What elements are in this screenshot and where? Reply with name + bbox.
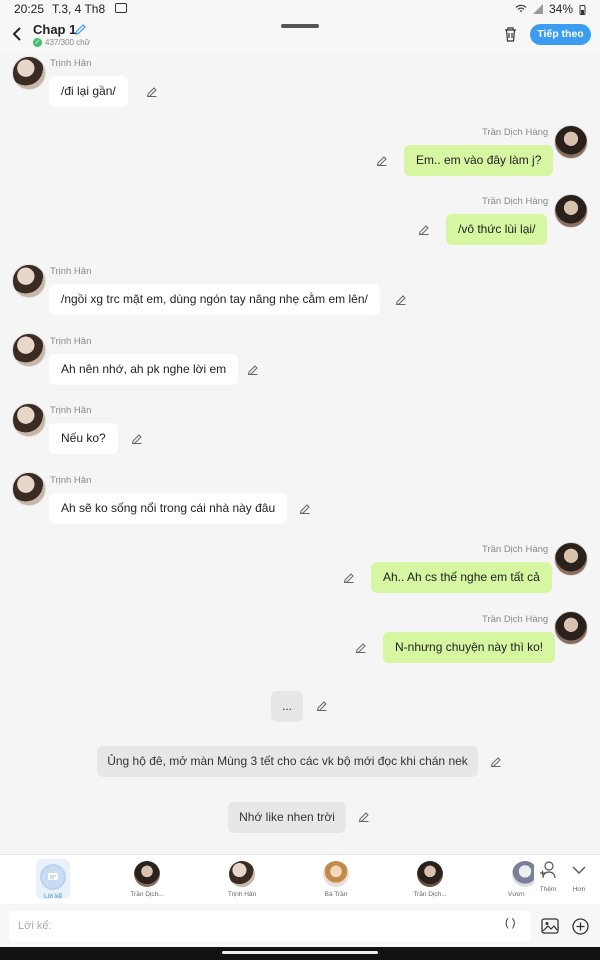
- message-bubble[interactable]: Nếu ko?: [49, 423, 118, 454]
- narration-bubble[interactable]: Ủng hộ đê, mở màn Mùng 3 tết cho các vk …: [97, 746, 478, 777]
- message-bubble[interactable]: /vô thức lùi lại/: [446, 214, 548, 245]
- edit-icon[interactable]: [247, 364, 259, 376]
- avatar[interactable]: [554, 611, 588, 645]
- battery-percent: 34%: [548, 2, 573, 16]
- message-bubble[interactable]: Em.. em vào đây làm j?: [404, 145, 554, 176]
- character-label: Bà Trần: [324, 891, 348, 898]
- character-bar: Lời kể Trần Dịch... Trịnh Hân Bà Trần Tr…: [0, 854, 600, 904]
- edit-icon[interactable]: [376, 155, 388, 167]
- character-label: Trịnh Hân: [227, 891, 257, 898]
- character-label: Trần Dịch...: [130, 891, 164, 898]
- check-icon: ✓: [33, 38, 42, 47]
- character-label: Lời kể: [44, 893, 62, 900]
- message-bubble[interactable]: Ah.. Ah cs thế nghe em tất cả: [371, 562, 552, 593]
- back-arrow-icon[interactable]: [8, 24, 26, 44]
- avatar[interactable]: [12, 333, 46, 367]
- edit-icon[interactable]: [358, 811, 370, 823]
- drag-handle[interactable]: [281, 24, 319, 28]
- avatar[interactable]: [12, 472, 46, 506]
- avatar[interactable]: [12, 264, 46, 298]
- edit-icon[interactable]: [146, 86, 158, 98]
- message-bubble[interactable]: /đi lại gần/: [49, 76, 128, 107]
- chat-area: Trịnh Hân /đi lại gần/ Trần Dịch Hàng Em…: [0, 52, 600, 854]
- sender-name: Trịnh Hân: [50, 405, 92, 416]
- input-bar: Lời kể: ( ): [0, 905, 600, 947]
- character-item[interactable]: Trần Dịch...: [400, 859, 460, 898]
- character-item[interactable]: Bà Trần: [306, 859, 366, 898]
- avatar: [229, 861, 255, 887]
- sender-name: Trần Dịch Hàng: [482, 614, 549, 625]
- avatar[interactable]: [12, 56, 46, 90]
- character-narrator[interactable]: Lời kể: [23, 859, 83, 900]
- status-time: 20:25: [14, 2, 45, 16]
- avatar: [417, 861, 443, 887]
- edit-icon[interactable]: [299, 503, 311, 515]
- character-item[interactable]: Trịnh Hân: [212, 859, 272, 898]
- edit-icon[interactable]: [316, 700, 328, 712]
- narration-input[interactable]: Lời kể:: [9, 911, 531, 941]
- chapter-title: Chap 1: [33, 22, 77, 37]
- collapse-button[interactable]: Hơn: [559, 859, 599, 893]
- collapse-label: Hơn: [572, 886, 586, 893]
- message-bubble[interactable]: Ah sẽ ko sống nổi trong cái nhà này đâu: [49, 493, 288, 524]
- avatar[interactable]: [554, 125, 588, 159]
- narration-bubble[interactable]: Nhớ like nhen trời: [228, 802, 346, 833]
- edit-icon[interactable]: [355, 642, 367, 654]
- edit-icon[interactable]: [131, 433, 143, 445]
- chat-bubble-icon: [40, 864, 66, 890]
- edit-icon[interactable]: [395, 294, 407, 306]
- avatar[interactable]: [554, 542, 588, 576]
- avatar: [323, 861, 349, 887]
- edit-icon[interactable]: [418, 224, 430, 236]
- edit-icon[interactable]: [343, 572, 355, 584]
- sender-name: Trần Dịch Hàng: [482, 196, 549, 207]
- status-bar: 20:25 T.3, 4 Th8 34%: [0, 0, 600, 18]
- chevron-down-icon: [572, 866, 586, 874]
- avatar[interactable]: [12, 403, 46, 437]
- message-bubble[interactable]: Ah nên nhớ, ah pk nghe lời em: [49, 354, 239, 385]
- image-icon[interactable]: [541, 918, 559, 934]
- avatar[interactable]: [554, 194, 588, 228]
- sender-name: Trịnh Hân: [50, 58, 92, 69]
- word-count: ✓ 437/300 chữ: [33, 38, 90, 47]
- signal-icon: [532, 4, 543, 14]
- parentheses-button[interactable]: ( ): [505, 917, 515, 929]
- trash-icon[interactable]: [503, 26, 518, 42]
- avatar: [134, 861, 160, 887]
- add-person-icon: [540, 861, 556, 879]
- edit-icon[interactable]: [490, 756, 502, 768]
- edit-title-icon[interactable]: [74, 23, 87, 36]
- sender-name: Trịnh Hân: [50, 266, 92, 277]
- home-indicator[interactable]: [222, 951, 378, 954]
- battery-icon: [579, 4, 586, 15]
- sender-name: Trịnh Hân: [50, 336, 92, 347]
- wifi-icon: [515, 4, 527, 13]
- system-nav-bar: [0, 947, 600, 960]
- narration-bubble[interactable]: ...: [271, 691, 303, 722]
- status-date: T.3, 4 Th8: [52, 2, 106, 16]
- sender-name: Trần Dịch Hàng: [482, 544, 549, 555]
- sender-name: Trịnh Hân: [50, 475, 92, 486]
- character-label: Trần Dịch...: [413, 891, 447, 898]
- word-count-text: 437/300 chữ: [45, 38, 90, 47]
- plus-circle-icon[interactable]: [572, 918, 589, 935]
- character-item[interactable]: Trần Dịch...: [117, 859, 177, 898]
- gallery-icon: [115, 3, 127, 13]
- sender-name: Trần Dịch Hàng: [482, 127, 549, 138]
- next-button[interactable]: Tiếp theo: [530, 24, 591, 45]
- message-bubble[interactable]: /ngồi xg trc mặt em, dùng ngón tay nâng …: [49, 284, 380, 315]
- message-bubble[interactable]: N-nhưng chuyện này thì ko!: [383, 632, 556, 663]
